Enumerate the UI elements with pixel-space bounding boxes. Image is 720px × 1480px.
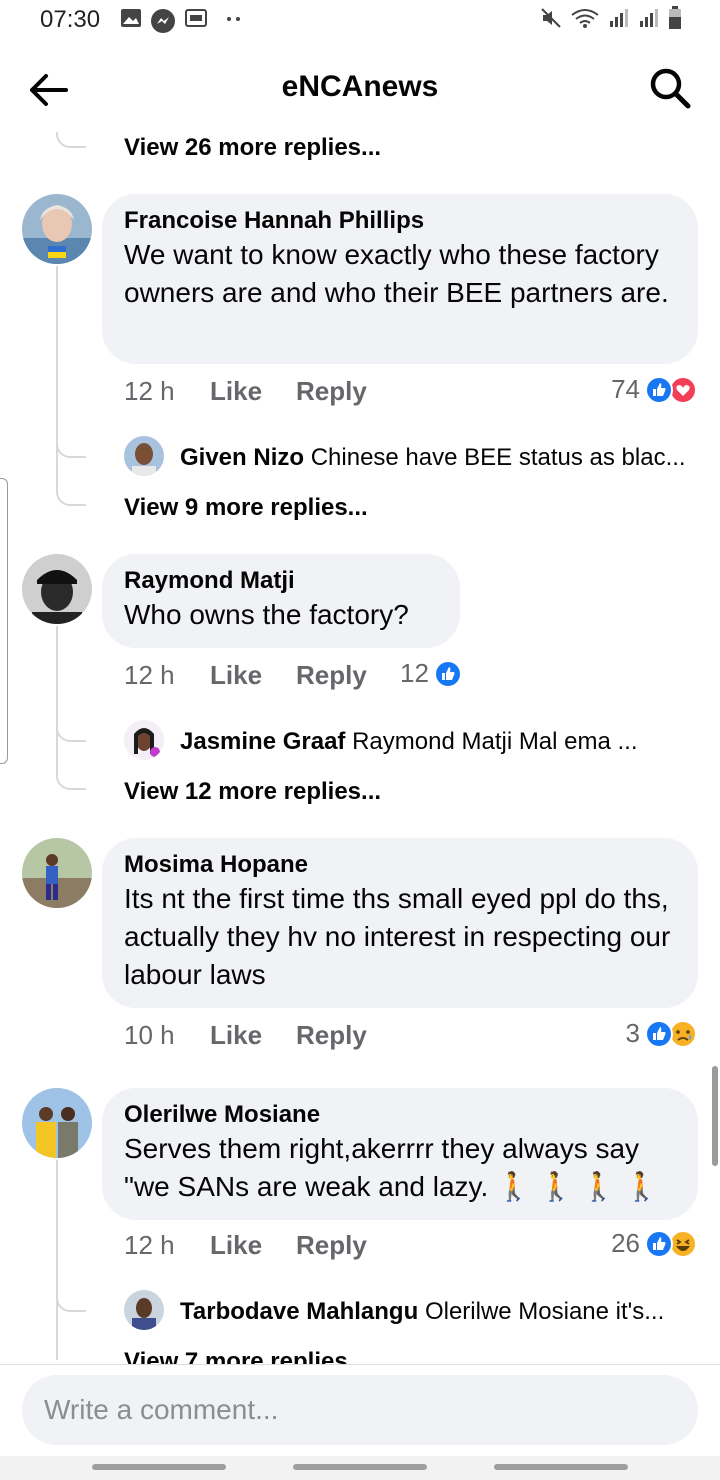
like-reaction-icon: [433, 659, 462, 688]
app-header: eNCAnews: [0, 44, 720, 132]
reply-button[interactable]: Reply: [296, 376, 367, 407]
thread-connector: [56, 132, 86, 148]
reaction-summary[interactable]: 12: [400, 658, 463, 689]
signal-icon-2: [640, 9, 658, 27]
reply-preview[interactable]: Tarbodave Mahlangu Olerilwe Mosiane it's…: [180, 1298, 700, 1326]
comments-feed[interactable]: View 26 more replies... Francoise Hannah…: [0, 132, 720, 1364]
reply-preview[interactable]: Given Nizo Chinese have BEE status as bl…: [180, 444, 700, 472]
view-more-replies-link[interactable]: View 12 more replies...: [124, 778, 381, 806]
view-more-replies-link[interactable]: View 9 more replies...: [124, 494, 368, 522]
reply-connector: [56, 422, 86, 458]
thread-line: [56, 1160, 58, 1360]
search-icon[interactable]: [648, 66, 692, 110]
messenger-icon: [151, 9, 175, 33]
reply-button[interactable]: Reply: [296, 1230, 367, 1261]
comment-text: Its nt the first time ths small eyed ppl…: [124, 883, 671, 990]
comment-bubble[interactable]: Olerilwe Mosiane Serves them right,akerr…: [102, 1088, 698, 1220]
like-button[interactable]: Like: [210, 376, 262, 407]
reply-text: Raymond Matji Mal ema ...: [352, 728, 638, 755]
view-more-replies-link[interactable]: View 26 more replies...: [124, 134, 381, 162]
reply-text: Olerilwe Mosiane it's...: [424, 1298, 665, 1325]
avatar[interactable]: [22, 554, 92, 624]
scrollbar[interactable]: [712, 1066, 718, 1166]
reply-connector: [56, 706, 86, 742]
comment-author[interactable]: Francoise Hannah Phillips: [124, 206, 676, 236]
reply-avatar[interactable]: [124, 720, 164, 760]
mute-icon: [541, 8, 561, 28]
page-title: eNCAnews: [281, 70, 439, 103]
comment-time: 12 h: [124, 1230, 175, 1260]
comment-time: 12 h: [124, 660, 175, 690]
battery-icon: [669, 6, 681, 29]
reaction-summary[interactable]: 26: [611, 1228, 698, 1259]
view-more-replies-link[interactable]: View 7 more replies...: [124, 1348, 368, 1364]
reply-author[interactable]: Tarbodave Mahlangu: [180, 1298, 418, 1325]
comment-actions: 12 h Like Reply: [124, 660, 367, 696]
comment-text: Serves them right,akerrrr they always sa…: [124, 1133, 659, 1202]
reaction-summary[interactable]: 3: [626, 1018, 698, 1049]
like-haha-reaction-icons: [645, 1229, 697, 1258]
system-nav-bar: [0, 1456, 720, 1480]
avatar[interactable]: [22, 1088, 92, 1158]
avatar[interactable]: [22, 194, 92, 264]
status-time: 07:30: [40, 6, 101, 33]
reaction-summary[interactable]: 74: [611, 374, 698, 405]
reply-text: Chinese have BEE status as blac...: [310, 444, 686, 471]
signal-icon: [610, 9, 628, 27]
comment-bubble[interactable]: Mosima Hopane Its nt the first time ths …: [102, 838, 698, 1008]
reply-button[interactable]: Reply: [296, 660, 367, 691]
comment-input[interactable]: [22, 1375, 698, 1445]
reaction-count: 26: [611, 1228, 640, 1258]
avatar[interactable]: [22, 838, 92, 908]
like-sad-reaction-icons: [645, 1019, 697, 1048]
comment-author[interactable]: Olerilwe Mosiane: [124, 1100, 676, 1130]
comment-author[interactable]: Raymond Matji: [124, 566, 438, 596]
reaction-count: 3: [625, 1018, 640, 1048]
recents-button[interactable]: [92, 1464, 226, 1470]
comment-bubble[interactable]: Raymond Matji Who owns the factory?: [102, 554, 460, 648]
reply-connector: [56, 1276, 86, 1312]
reaction-count: 12: [400, 658, 429, 688]
reply-avatar[interactable]: [124, 1290, 164, 1330]
like-button[interactable]: Like: [210, 1020, 262, 1051]
reaction-count: 74: [611, 374, 640, 404]
like-button[interactable]: Like: [210, 1230, 262, 1261]
reply-button[interactable]: Reply: [296, 1020, 367, 1051]
cast-icon: [185, 9, 207, 27]
like-love-reaction-icons: [645, 375, 697, 404]
status-right-icons: [540, 6, 682, 30]
comment-text: We want to know exactly who these factor…: [124, 239, 669, 308]
comment-composer: [0, 1364, 720, 1456]
image-icon: [121, 9, 141, 27]
reply-avatar[interactable]: [124, 436, 164, 476]
edge-panel-handle[interactable]: [0, 478, 8, 764]
status-bar: 07:30: [0, 0, 720, 44]
like-button[interactable]: Like: [210, 660, 262, 691]
thread-connector: [56, 472, 86, 506]
back-nav-button[interactable]: [494, 1464, 628, 1470]
thread-line: [56, 626, 58, 766]
home-button[interactable]: [293, 1464, 427, 1470]
reply-preview[interactable]: Jasmine Graaf Raymond Matji Mal ema ...: [180, 728, 700, 756]
comment-time: 12 h: [124, 376, 175, 406]
more-dots-icon: [227, 17, 240, 21]
wifi-icon: [571, 9, 599, 28]
comment-time: 10 h: [124, 1020, 175, 1050]
thread-connector: [56, 756, 86, 790]
reply-author[interactable]: Given Nizo: [180, 444, 304, 471]
reply-author[interactable]: Jasmine Graaf: [180, 728, 345, 755]
comment-bubble[interactable]: Francoise Hannah Phillips We want to kno…: [102, 194, 698, 364]
comment-author[interactable]: Mosima Hopane: [124, 850, 676, 880]
comment-text: Who owns the factory?: [124, 599, 409, 630]
